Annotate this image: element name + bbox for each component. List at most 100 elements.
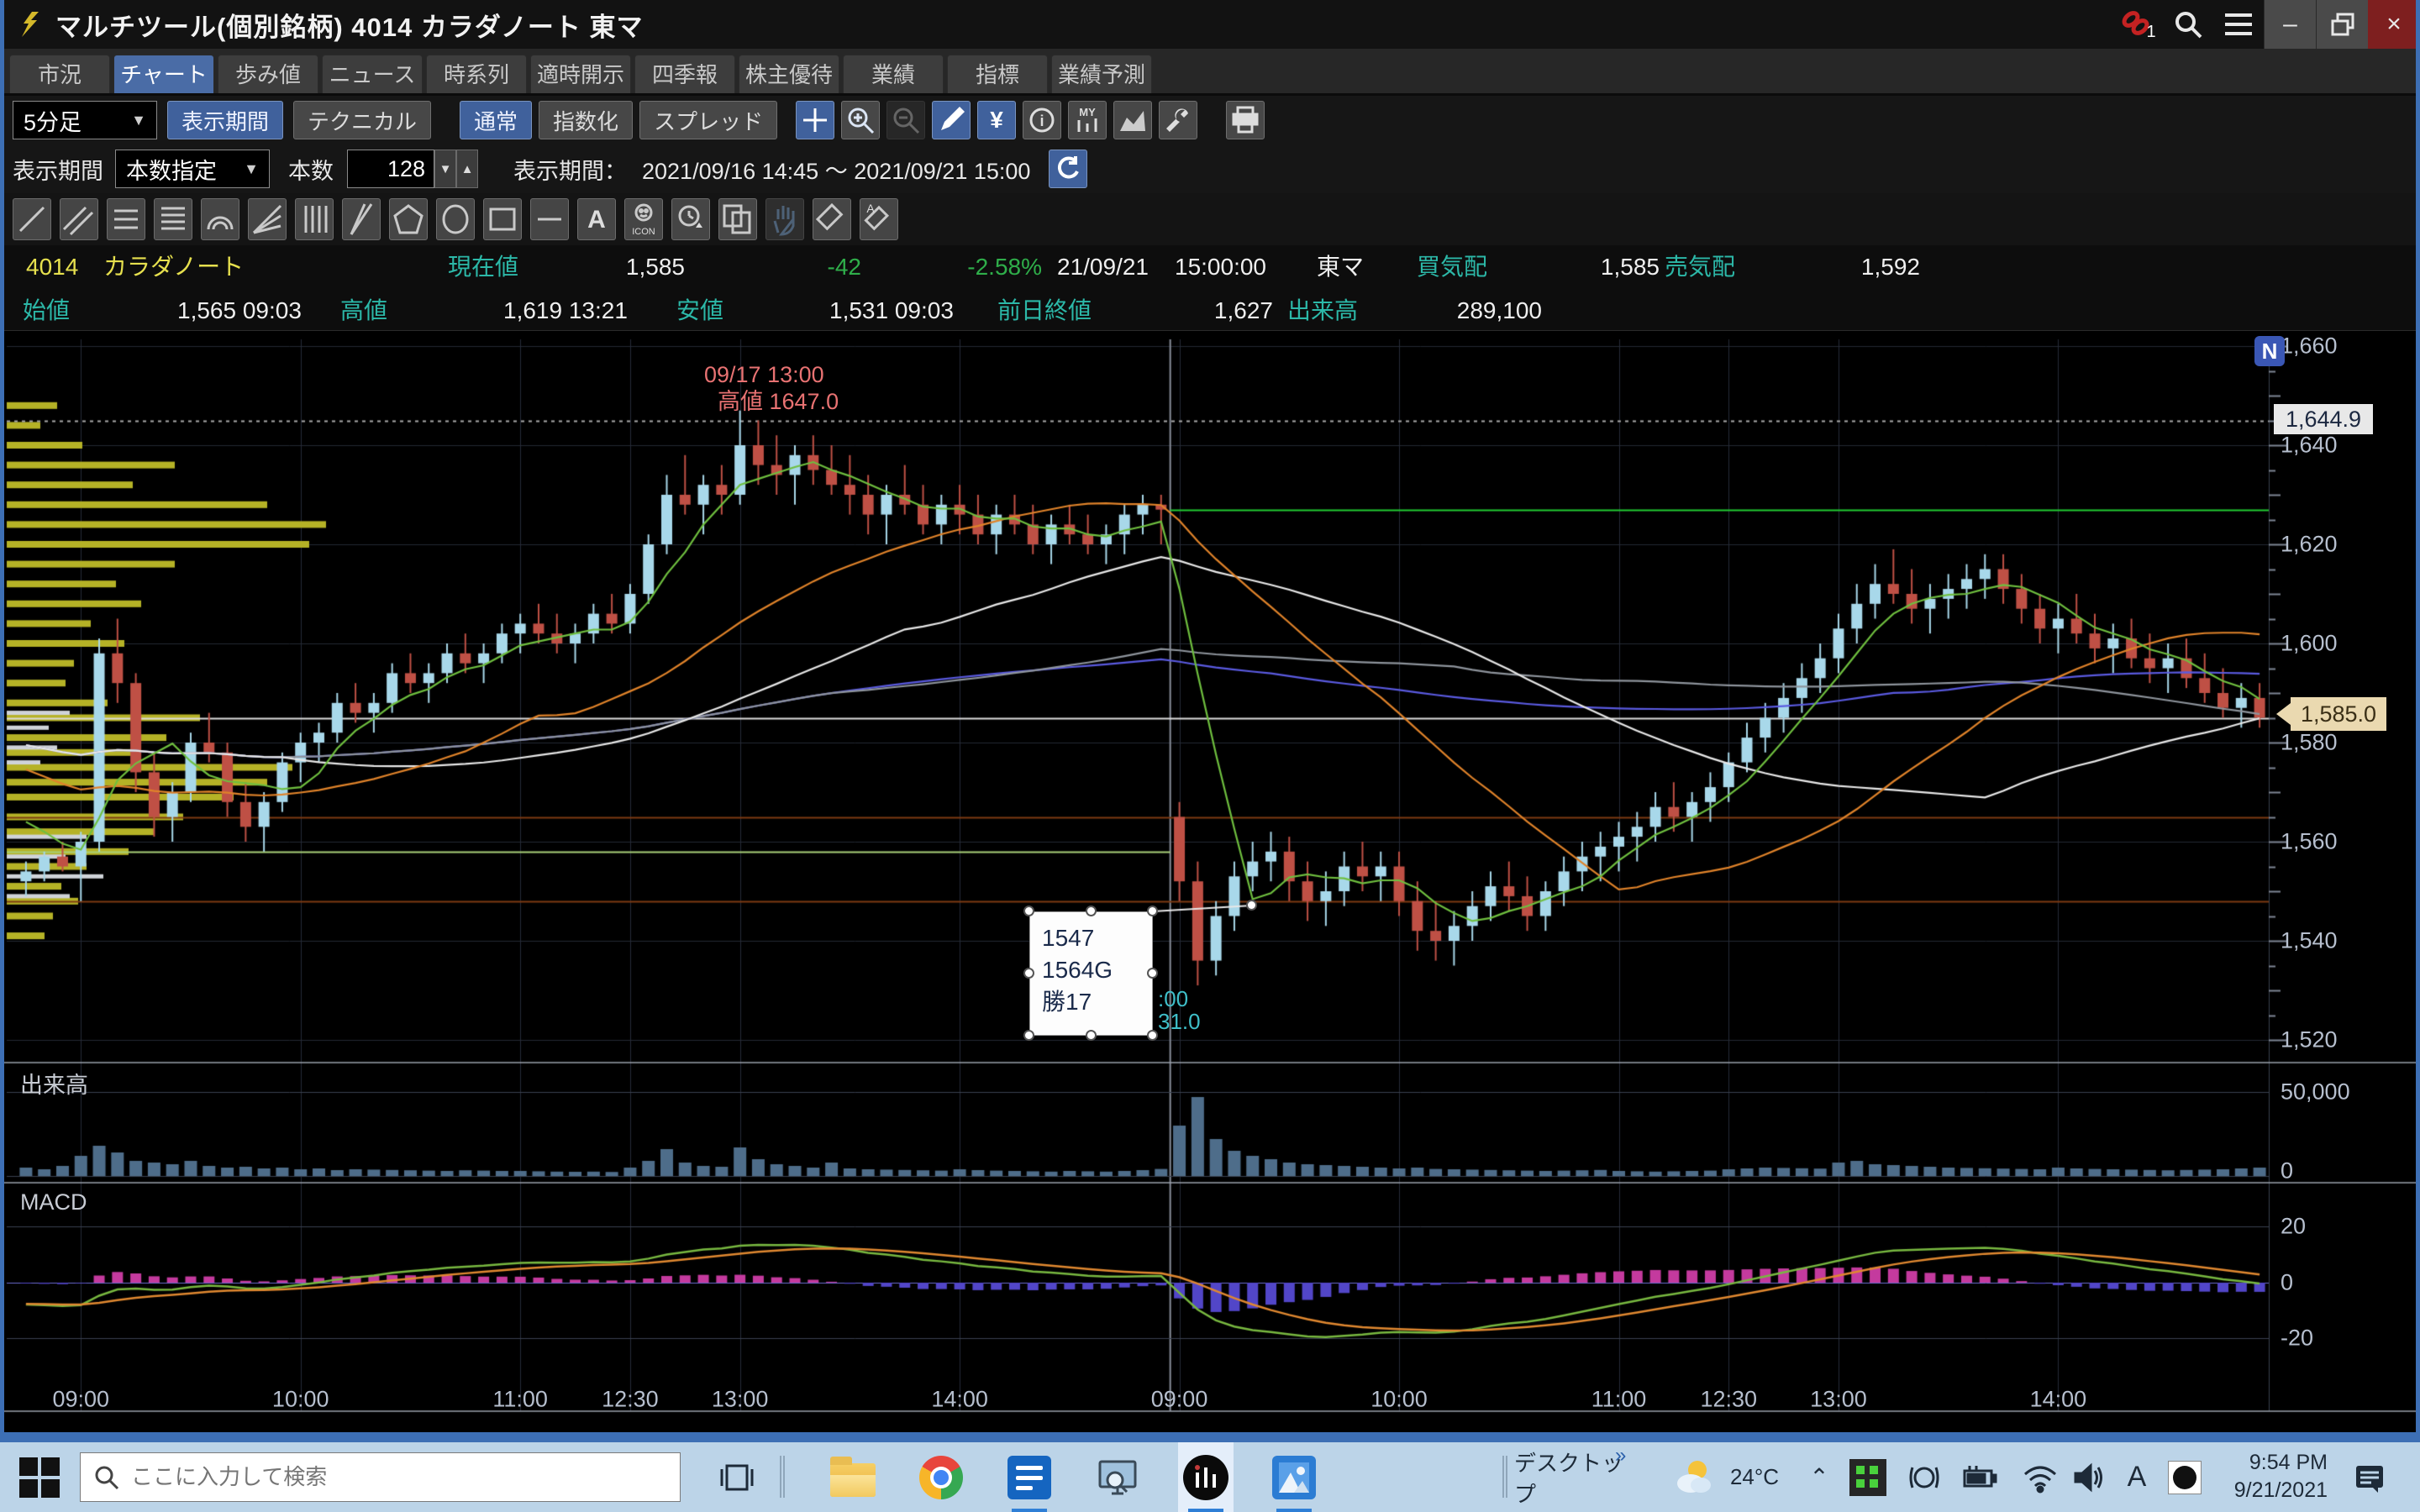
- tray-green-app-icon[interactable]: [1844, 1442, 1891, 1512]
- speaker-icon[interactable]: [2065, 1442, 2112, 1512]
- zoom-in-icon[interactable]: [841, 101, 880, 139]
- eraser-all-tool[interactable]: A: [860, 198, 898, 240]
- chart-toolbar: 5分足▼ 表示期間テクニカル通常指数化スプレッド ¥iMY: [4, 96, 2416, 144]
- tab-時系列[interactable]: 時系列: [426, 55, 527, 93]
- vertical-lines-tool[interactable]: [295, 198, 334, 240]
- wrench-icon[interactable]: [1159, 101, 1197, 139]
- pencil-icon[interactable]: [932, 101, 971, 139]
- pentagon-tool[interactable]: [389, 198, 428, 240]
- news-badge[interactable]: N: [2254, 336, 2285, 366]
- desktop-toolbar[interactable]: デスクトップ: [1514, 1442, 1632, 1512]
- task-view-button[interactable]: [708, 1442, 766, 1512]
- ime-mode-icon[interactable]: [2161, 1442, 2208, 1512]
- price-change-pct: -2.58%: [937, 245, 1042, 289]
- wifi-icon[interactable]: [2017, 1442, 2064, 1512]
- tab-業績予測[interactable]: 業績予測: [1051, 55, 1152, 93]
- button-スプレッド[interactable]: スプレッド: [639, 101, 777, 139]
- battery-icon[interactable]: [1956, 1442, 2003, 1512]
- count-input[interactable]: [347, 150, 434, 188]
- range-value: 2021/09/16 14:45 ～ 2021/09/21 15:00: [642, 153, 1030, 186]
- close-button[interactable]: ×: [2368, 0, 2420, 49]
- rectangle-tool[interactable]: [483, 198, 522, 240]
- horizontal-lines-3-tool[interactable]: [107, 198, 145, 240]
- yen-icon[interactable]: ¥: [977, 101, 1016, 139]
- market-name: 東マ: [1317, 245, 1364, 289]
- note-box[interactable]: 1547 1564G 勝17: [1029, 911, 1153, 1036]
- gann-fan-tool[interactable]: [342, 198, 381, 240]
- parallel-lines-tool[interactable]: [60, 198, 98, 240]
- tab-ニュース[interactable]: ニュース: [322, 55, 423, 93]
- time-cycle-tool[interactable]: [671, 198, 710, 240]
- button-通常[interactable]: 通常: [460, 101, 532, 139]
- tab-業績[interactable]: 業績: [843, 55, 944, 93]
- tab-株主優待[interactable]: 株主優待: [739, 55, 839, 93]
- volume-value: 289,100: [1424, 289, 1542, 333]
- tab-適時開示[interactable]: 適時開示: [530, 55, 631, 93]
- toolbar-overflow-chevron[interactable]: »: [1615, 1444, 1626, 1467]
- taskbar-app-screen-search[interactable]: [1090, 1442, 1145, 1512]
- taskbar-app-chart-app[interactable]: [1178, 1442, 1234, 1512]
- low-value: 1,531 09:03: [829, 289, 954, 333]
- button-表示期間[interactable]: 表示期間: [167, 101, 283, 139]
- tab-歩み値[interactable]: 歩み値: [218, 55, 318, 93]
- reset-period-button[interactable]: [1049, 150, 1087, 188]
- action-center-icon[interactable]: [2344, 1442, 2395, 1512]
- note-box-handle[interactable]: [1147, 1030, 1158, 1041]
- timeframe-dropdown[interactable]: 5分足▼: [13, 101, 157, 139]
- note-box-handle[interactable]: [1147, 906, 1158, 916]
- count-down-button[interactable]: ▼: [434, 150, 456, 188]
- bid-value: 1,585: [1567, 245, 1660, 289]
- duplicate-tool[interactable]: [718, 198, 757, 240]
- weather-icon[interactable]: [1668, 1442, 1718, 1512]
- search-input[interactable]: [131, 1464, 602, 1490]
- icon-stamp-tool[interactable]: ICON: [624, 198, 663, 240]
- taskbar-search[interactable]: [80, 1452, 681, 1502]
- printer-icon[interactable]: [1226, 101, 1265, 139]
- ime-language-icon[interactable]: A: [2116, 1442, 2158, 1512]
- zoom-out-icon: [886, 101, 925, 139]
- note-box-handle[interactable]: [1086, 906, 1097, 916]
- period-mode-dropdown[interactable]: 本数指定▼: [115, 150, 270, 188]
- weather-temp[interactable]: 24°C: [1721, 1442, 1788, 1512]
- link-icon[interactable]: 1: [2112, 0, 2163, 49]
- note-box-handle[interactable]: [1023, 1030, 1034, 1041]
- horizontal-lines-4-tool[interactable]: [154, 198, 192, 240]
- menu-icon[interactable]: [2213, 0, 2264, 49]
- button-指数化[interactable]: 指数化: [539, 101, 633, 139]
- horizontal-segment-tool[interactable]: [530, 198, 569, 240]
- tab-指標[interactable]: 指標: [947, 55, 1048, 93]
- taskbar-app-photos[interactable]: [1266, 1442, 1322, 1512]
- price-chart-canvas[interactable]: [0, 331, 2420, 1442]
- trend-line-tool[interactable]: [13, 198, 51, 240]
- ellipse-tool[interactable]: [436, 198, 475, 240]
- fan-lines-tool[interactable]: [248, 198, 287, 240]
- taskbar-app-file-explorer[interactable]: [825, 1442, 881, 1512]
- camera-icon[interactable]: [1901, 1442, 1948, 1512]
- restore-button[interactable]: [2316, 0, 2368, 49]
- note-box-handle[interactable]: [1023, 968, 1034, 979]
- tab-チャート[interactable]: チャート: [113, 55, 214, 93]
- note-box-handle[interactable]: [1086, 1030, 1097, 1041]
- tray-chevron-icon[interactable]: ⌃: [1798, 1442, 1840, 1512]
- taskbar-app-blue-docs[interactable]: [1002, 1442, 1057, 1512]
- note-box-handle[interactable]: [1147, 968, 1158, 979]
- text-tool[interactable]: A: [577, 198, 616, 240]
- area-chart-icon[interactable]: [1113, 101, 1152, 139]
- search-icon[interactable]: [2163, 0, 2213, 49]
- my-chart-icon[interactable]: MY: [1068, 101, 1107, 139]
- minimize-button[interactable]: –: [2264, 0, 2316, 49]
- button-テクニカル[interactable]: テクニカル: [293, 101, 431, 139]
- note-box-handle[interactable]: [1023, 906, 1034, 916]
- taskbar-app-chrome[interactable]: [913, 1442, 969, 1512]
- hand-tool[interactable]: [765, 198, 804, 240]
- start-button[interactable]: [10, 1442, 69, 1512]
- tab-四季報[interactable]: 四季報: [634, 55, 735, 93]
- taskbar-clock[interactable]: 9:54 PM 9/21/2021: [2206, 1449, 2328, 1504]
- info-icon[interactable]: i: [1023, 101, 1061, 139]
- tab-市況[interactable]: 市況: [9, 55, 110, 93]
- eraser-tool[interactable]: [813, 198, 851, 240]
- count-up-button[interactable]: ▲: [456, 150, 478, 188]
- fibonacci-arc-tool[interactable]: [201, 198, 239, 240]
- crosshair-icon[interactable]: [796, 101, 834, 139]
- note-leader-handle[interactable]: [1246, 900, 1257, 911]
